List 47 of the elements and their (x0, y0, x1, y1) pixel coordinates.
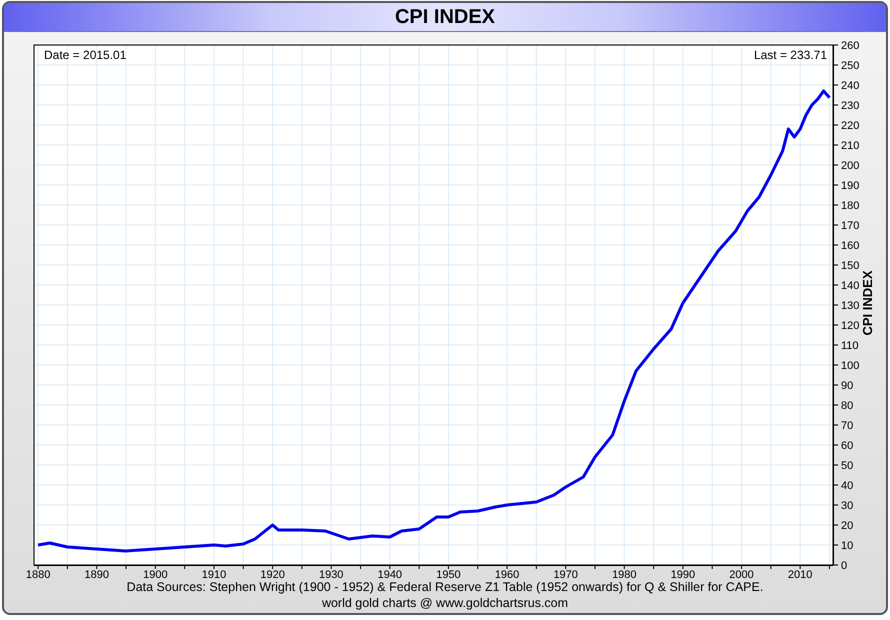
y-tick-label: 230 (841, 100, 860, 112)
y-tick-label: 80 (841, 400, 854, 412)
x-tick-label: 1960 (494, 569, 520, 579)
y-tick-label: 20 (841, 520, 854, 532)
y-tick-label: 260 (841, 40, 860, 52)
y-tick-label: 110 (841, 340, 859, 352)
y-tick-label: 190 (841, 180, 860, 192)
y-tick-label: 10 (841, 540, 854, 552)
y-tick-label: 210 (841, 140, 860, 152)
x-tick-label: 1880 (26, 569, 50, 579)
x-tick-label: 1940 (378, 569, 402, 579)
x-tick-label: 1900 (143, 569, 168, 579)
y-tick-label: 250 (841, 60, 860, 72)
y-tick-label: 180 (841, 200, 860, 212)
x-tick-label: 1930 (318, 569, 344, 579)
x-tick-label: 2000 (729, 569, 754, 579)
y-tick-label: 70 (841, 420, 854, 432)
x-tick-label: 1990 (670, 569, 696, 579)
y-tick-label: 50 (841, 460, 854, 472)
y-tick-label: 0 (841, 560, 848, 572)
y-tick-label: 160 (841, 240, 860, 252)
x-tick-label: 1890 (84, 569, 109, 579)
x-tick-label: 1970 (553, 569, 578, 579)
x-tick-label: 1910 (202, 569, 226, 579)
chart-title: CPI INDEX (394, 6, 496, 28)
y-tick-label: 100 (841, 360, 860, 372)
y-tick-label: 30 (841, 500, 854, 512)
y-tick-label: 200 (841, 160, 860, 172)
credit-text: world gold charts @ www.goldchartsrus.com (322, 595, 568, 611)
y-axis-label: CPI INDEX (860, 270, 875, 336)
y-tick-label: 60 (841, 440, 854, 452)
y-tick-label: 90 (841, 380, 854, 392)
y-tick-label: 240 (841, 80, 860, 92)
y-tick-label: 120 (841, 320, 860, 332)
y-tick-label: 130 (841, 300, 860, 312)
y-tick-label: 220 (841, 120, 860, 132)
x-tick-label: 1950 (436, 569, 461, 579)
x-tick-label: 1920 (260, 569, 285, 579)
x-tick-label: 1980 (612, 569, 637, 579)
y-tick-label: 170 (841, 220, 860, 232)
y-tick-label: 150 (841, 260, 860, 272)
last-value-label: Last = 233.71 (754, 48, 827, 62)
data-sources-note: Data Sources: Stephen Wright (1900 - 1952) & Federal Reserve Z1 Table (1952 onwards) for Q & Shiller for CAPE. (126, 579, 764, 595)
y-tick-label: 140 (841, 280, 860, 292)
y-tick-label: 40 (841, 480, 854, 492)
x-tick-label: 2010 (788, 569, 812, 579)
date-label: Date = 2015.01 (44, 48, 126, 62)
